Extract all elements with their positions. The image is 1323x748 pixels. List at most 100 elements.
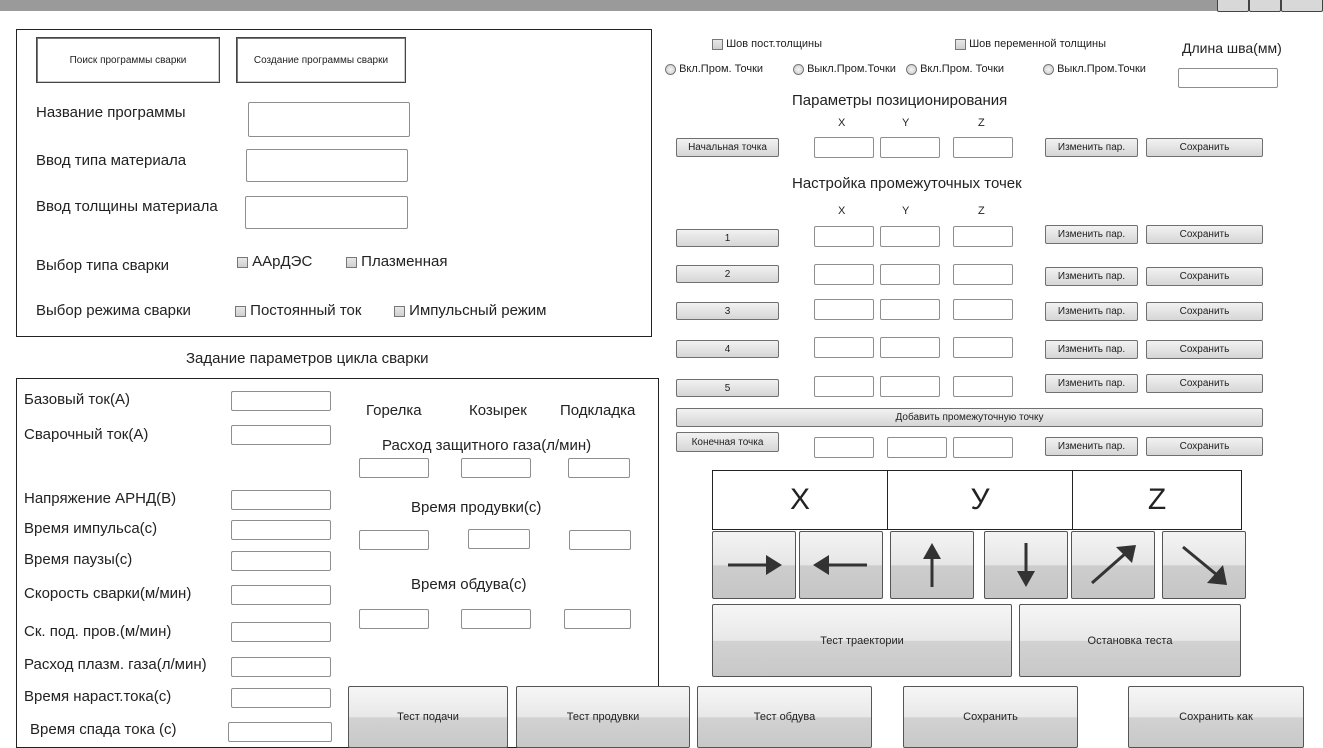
move-up-right-button[interactable] [1071,531,1155,599]
radio-off-points-1[interactable]: Выкл.Пром.Точки [793,63,896,75]
end-x-input[interactable] [814,437,874,458]
point-4-z-input[interactable] [953,337,1013,358]
gas-flow-torch-input[interactable] [359,458,429,478]
move-down-button[interactable] [984,531,1068,599]
point-1-change-button[interactable]: Изменить пар. [1045,225,1138,244]
blow-torch-input[interactable] [359,609,429,629]
point-2-y-input[interactable] [880,264,940,285]
current-rise-input[interactable] [231,688,331,708]
point-3-y-input[interactable] [880,299,940,320]
current-fall-input[interactable] [228,722,332,742]
var-thickness-checkbox[interactable]: Шов переменной толщины [955,38,1106,50]
end-save-button[interactable]: Сохранить [1146,437,1263,456]
start-point-button[interactable]: Начальная точка [676,138,779,157]
point-1-save-button[interactable]: Сохранить [1146,225,1263,244]
radio-label: Вкл.Пром. Точки [679,63,764,75]
stop-test-button[interactable]: Остановка теста [1019,604,1241,677]
blow-backing-input[interactable] [564,609,631,629]
save-as-button[interactable]: Сохранить как [1128,686,1304,748]
material-thickness-input[interactable] [245,196,408,229]
test-purge-label: Тест продувки [566,711,640,723]
point-4-y-input[interactable] [880,337,940,358]
end-y-input[interactable] [887,437,947,458]
point-3-change-button[interactable]: Изменить пар. [1045,302,1138,321]
welding-mode-pulse-checkbox[interactable]: Импульсный режим [394,302,546,319]
wire-feed-input[interactable] [231,622,331,642]
pulse-time-input[interactable] [231,520,331,540]
welding-type-plasma-checkbox[interactable]: Плазменная [346,253,447,270]
point-5-change-button[interactable]: Изменить пар. [1045,374,1138,393]
point-2-z-input[interactable] [953,264,1013,285]
test-purge-button[interactable]: Тест продувки [516,686,690,748]
point-4-x-input[interactable] [814,337,874,358]
point-1-y-input[interactable] [880,226,940,247]
move-down-right-button[interactable] [1162,531,1246,599]
blow-visor-input[interactable] [461,609,531,629]
test-feed-button[interactable]: Тест подачи [348,686,508,748]
material-type-input[interactable] [246,149,408,182]
purge-visor-input[interactable] [468,529,530,549]
point-4-save-button[interactable]: Сохранить [1146,340,1263,359]
test-trajectory-button[interactable]: Тест траектории [712,604,1012,677]
pause-time-input[interactable] [231,551,331,571]
create-program-button[interactable]: Создание программы сварки [236,37,406,83]
radio-on-points-2[interactable]: Вкл.Пром. Точки [906,63,1004,75]
gas-flow-backing-input[interactable] [568,458,630,478]
plasma-gas-input[interactable] [231,657,331,677]
point-3-x-input[interactable] [814,299,874,320]
start-save-button[interactable]: Сохранить [1146,138,1263,157]
pause-time-label: Время паузы(с) [24,551,133,568]
end-change-button[interactable]: Изменить пар. [1045,437,1138,456]
point-2-change-button[interactable]: Изменить пар. [1045,267,1138,286]
point-1-x-input[interactable] [814,226,874,247]
move-right-button[interactable] [712,531,796,599]
purge-backing-input[interactable] [569,530,631,550]
point-5-x-input[interactable] [814,376,874,397]
point-2-button[interactable]: 2 [676,265,779,283]
minimize-button[interactable] [1217,0,1249,12]
save-button[interactable]: Сохранить [903,686,1078,748]
start-x-input[interactable] [814,137,874,158]
welding-type-aardes-checkbox[interactable]: ААрДЭС [237,253,312,270]
add-intermediate-point-button[interactable]: Добавить промежуточную точку [676,408,1263,427]
welding-mode-dc-checkbox[interactable]: Постоянный ток [235,302,361,319]
base-current-input[interactable] [231,391,331,411]
point-1-button[interactable]: 1 [676,229,779,247]
search-program-button[interactable]: Поиск программы сварки [36,37,220,83]
const-thickness-checkbox[interactable]: Шов пост.толщины [712,38,822,50]
start-z-input[interactable] [953,137,1013,158]
point-5-y-input[interactable] [880,376,940,397]
point-4-button[interactable]: 4 [676,340,779,358]
close-button[interactable] [1281,0,1323,12]
axis-cell-label: X [789,483,810,516]
end-point-label: Конечная точка [691,436,764,448]
seam-length-input[interactable] [1178,68,1278,88]
move-left-button[interactable] [799,531,883,599]
end-point-button[interactable]: Конечная точка [676,432,779,452]
axis-z-label: Z [978,117,985,129]
start-change-button[interactable]: Изменить пар. [1045,138,1138,157]
gas-flow-visor-input[interactable] [461,458,531,478]
welding-speed-input[interactable] [231,585,331,605]
point-5-button[interactable]: 5 [676,379,779,397]
program-name-input[interactable] [248,102,410,137]
point-5-save-button[interactable]: Сохранить [1146,374,1263,393]
point-5-z-input[interactable] [953,376,1013,397]
arnd-voltage-input[interactable] [231,490,331,510]
radio-off-points-2[interactable]: Выкл.Пром.Точки [1043,63,1146,75]
point-2-x-input[interactable] [814,264,874,285]
test-blow-button[interactable]: Тест обдува [697,686,872,748]
point-1-z-input[interactable] [953,226,1013,247]
point-3-z-input[interactable] [953,299,1013,320]
point-3-button[interactable]: 3 [676,302,779,320]
point-4-change-button[interactable]: Изменить пар. [1045,340,1138,359]
purge-torch-input[interactable] [359,530,429,550]
radio-on-points-1[interactable]: Вкл.Пром. Точки [665,63,763,75]
move-up-button[interactable] [890,531,974,599]
welding-current-input[interactable] [231,425,331,445]
point-2-save-button[interactable]: Сохранить [1146,267,1263,286]
point-3-save-button[interactable]: Сохранить [1146,302,1263,321]
maximize-button[interactable] [1249,0,1281,12]
start-y-input[interactable] [880,137,940,158]
end-z-input[interactable] [953,437,1013,458]
